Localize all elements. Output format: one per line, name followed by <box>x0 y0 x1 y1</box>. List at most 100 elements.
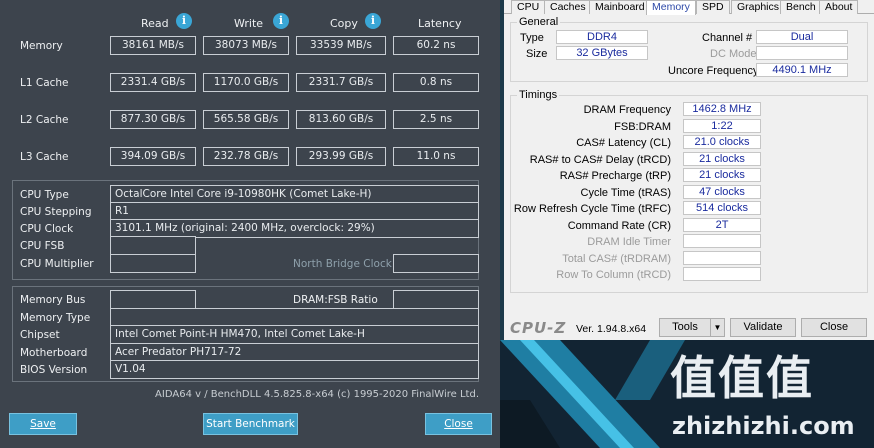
chipset-label: Chipset <box>20 329 60 341</box>
l3-write-value: 232.78 GB/s <box>203 147 289 166</box>
aida64-benchmark-window: Read i Write i Copy i Latency Memory 381… <box>0 0 500 448</box>
memory-read-value: 38161 MB/s <box>110 36 196 55</box>
memory-type-label: Type <box>520 32 544 44</box>
desktop-background: 值值值 zhizhizhi.com <box>500 340 874 448</box>
chevron-down-icon[interactable]: ▼ <box>710 319 724 336</box>
bios-version-value: V1.04 <box>110 360 479 379</box>
l1-copy-value: 2331.7 GB/s <box>296 73 386 92</box>
row-label-l1-cache: L1 Cache <box>20 77 69 89</box>
cpuz-version: Ver. 1.94.8.x64 <box>576 323 647 335</box>
cpu-fsb-value <box>110 236 196 255</box>
timing-value <box>683 251 761 265</box>
cpuz-tab-strip: CPU Caches Mainboard Memory SPD Graphics… <box>504 0 874 15</box>
channel-value: Dual <box>756 30 848 44</box>
timing-label: Command Rate (CR) <box>567 220 671 232</box>
l3-latency-value: 11.0 ns <box>393 147 479 166</box>
channel-label: Channel # <box>702 32 753 44</box>
timing-value: 47 clocks <box>683 185 761 199</box>
tab-graphics[interactable]: Graphics <box>731 0 786 14</box>
tools-button-label: Tools <box>672 321 698 333</box>
cpu-multiplier-label: CPU Multiplier <box>20 258 94 270</box>
dc-mode-label: DC Mode <box>710 48 757 60</box>
timing-value: 21 clocks <box>683 152 761 166</box>
watermark-logo: 值值值 <box>670 351 814 405</box>
validate-button[interactable]: Validate <box>730 318 796 337</box>
wallpaper-stripe-4 <box>500 400 560 448</box>
timing-label: DRAM Idle Timer <box>587 236 671 248</box>
cpu-fsb-label: CPU FSB <box>20 240 65 252</box>
column-header-read: Read <box>141 17 169 30</box>
dram-fsb-ratio-label: DRAM:FSB Ratio <box>293 294 378 306</box>
motherboard-label: Motherboard <box>20 347 88 359</box>
l3-copy-value: 293.99 GB/s <box>296 147 386 166</box>
memory-bus-label: Memory Bus <box>20 294 86 306</box>
start-benchmark-button[interactable]: Start Benchmark <box>203 413 298 435</box>
row-label-memory: Memory <box>20 40 63 52</box>
l1-latency-value: 0.8 ns <box>393 73 479 92</box>
row-label-l2-cache: L2 Cache <box>20 114 69 126</box>
tab-memory[interactable]: Memory <box>646 0 696 15</box>
timing-label: Cycle Time (tRAS) <box>580 187 671 199</box>
screen: Read i Write i Copy i Latency Memory 381… <box>0 0 874 448</box>
cpuz-close-button[interactable]: Close <box>801 318 867 337</box>
timing-value: 21 clocks <box>683 168 761 182</box>
close-button[interactable]: Close <box>425 413 492 435</box>
timing-value: 21.0 clocks <box>683 135 761 149</box>
cpuz-logo: CPU-Z <box>510 319 567 337</box>
north-bridge-clock-label: North Bridge Clock <box>293 258 392 270</box>
memory-size-value: 32 GBytes <box>556 46 648 60</box>
l1-write-value: 1170.0 GB/s <box>203 73 289 92</box>
aida-footer-copyright: AIDA64 v / BenchDLL 4.5.825.8-x64 (c) 19… <box>155 389 479 400</box>
bios-version-label: BIOS Version <box>20 364 88 376</box>
tab-bench[interactable]: Bench <box>780 0 822 14</box>
timing-label: Row Refresh Cycle Time (tRFC) <box>513 203 671 215</box>
column-header-latency: Latency <box>418 17 462 30</box>
cpu-multiplier-value <box>110 254 196 273</box>
write-info-icon[interactable]: i <box>273 13 289 29</box>
memory-size-label: Size <box>526 48 548 60</box>
cpuz-bottom-bar: CPU-Z Ver. 1.94.8.x64 Tools ▼ Validate C… <box>504 316 874 340</box>
uncore-frequency-value: 4490.1 MHz <box>756 63 848 77</box>
l2-read-value: 877.30 GB/s <box>110 110 196 129</box>
timing-value <box>683 267 761 281</box>
general-group-title: General <box>517 16 561 28</box>
tab-caches[interactable]: Caches <box>544 0 592 14</box>
north-bridge-clock-value <box>393 254 479 273</box>
tab-about[interactable]: About <box>819 0 859 14</box>
timing-label: FSB:DRAM <box>614 121 671 133</box>
timing-label: RAS# Precharge (tRP) <box>559 170 671 182</box>
memory-write-value: 38073 MB/s <box>203 36 289 55</box>
chipset-value: Intel Comet Point-H HM470, Intel Comet L… <box>110 325 479 344</box>
uncore-frequency-label: Uncore Frequency <box>668 65 759 77</box>
timing-value: 1:22 <box>683 119 761 133</box>
read-info-icon[interactable]: i <box>176 13 192 29</box>
cpu-clock-label: CPU Clock <box>20 223 74 235</box>
timing-label: DRAM Frequency <box>583 104 671 116</box>
timing-value <box>683 234 761 248</box>
timing-label: RAS# to CAS# Delay (tRCD) <box>529 154 671 166</box>
tools-button[interactable]: Tools ▼ <box>659 318 725 337</box>
timing-label: Total CAS# (tRDRAM) <box>562 253 671 265</box>
tab-mainboard[interactable]: Mainboard <box>589 0 651 14</box>
timing-label: CAS# Latency (CL) <box>576 137 671 149</box>
timing-value: 514 clocks <box>683 201 761 215</box>
timing-value: 2T <box>683 218 761 232</box>
copy-info-icon[interactable]: i <box>365 13 381 29</box>
tab-spd[interactable]: SPD <box>696 0 730 14</box>
timings-group-title: Timings <box>517 89 560 101</box>
memory-type-label: Memory Type <box>20 312 91 324</box>
save-button-label: Save <box>30 418 56 430</box>
l2-write-value: 565.58 GB/s <box>203 110 289 129</box>
cpuz-window: CPU Caches Mainboard Memory SPD Graphics… <box>504 0 874 340</box>
column-header-copy: Copy <box>330 17 358 30</box>
l2-copy-value: 813.60 GB/s <box>296 110 386 129</box>
watermark-url: zhizhizhi.com <box>672 412 855 440</box>
tab-cpu[interactable]: CPU <box>511 0 546 14</box>
l1-read-value: 2331.4 GB/s <box>110 73 196 92</box>
memory-latency-value: 60.2 ns <box>393 36 479 55</box>
save-button[interactable]: Save <box>9 413 77 435</box>
timing-label: Row To Column (tRCD) <box>556 269 671 281</box>
column-header-write: Write <box>234 17 264 30</box>
l3-read-value: 394.09 GB/s <box>110 147 196 166</box>
cpu-type-label: CPU Type <box>20 189 69 201</box>
